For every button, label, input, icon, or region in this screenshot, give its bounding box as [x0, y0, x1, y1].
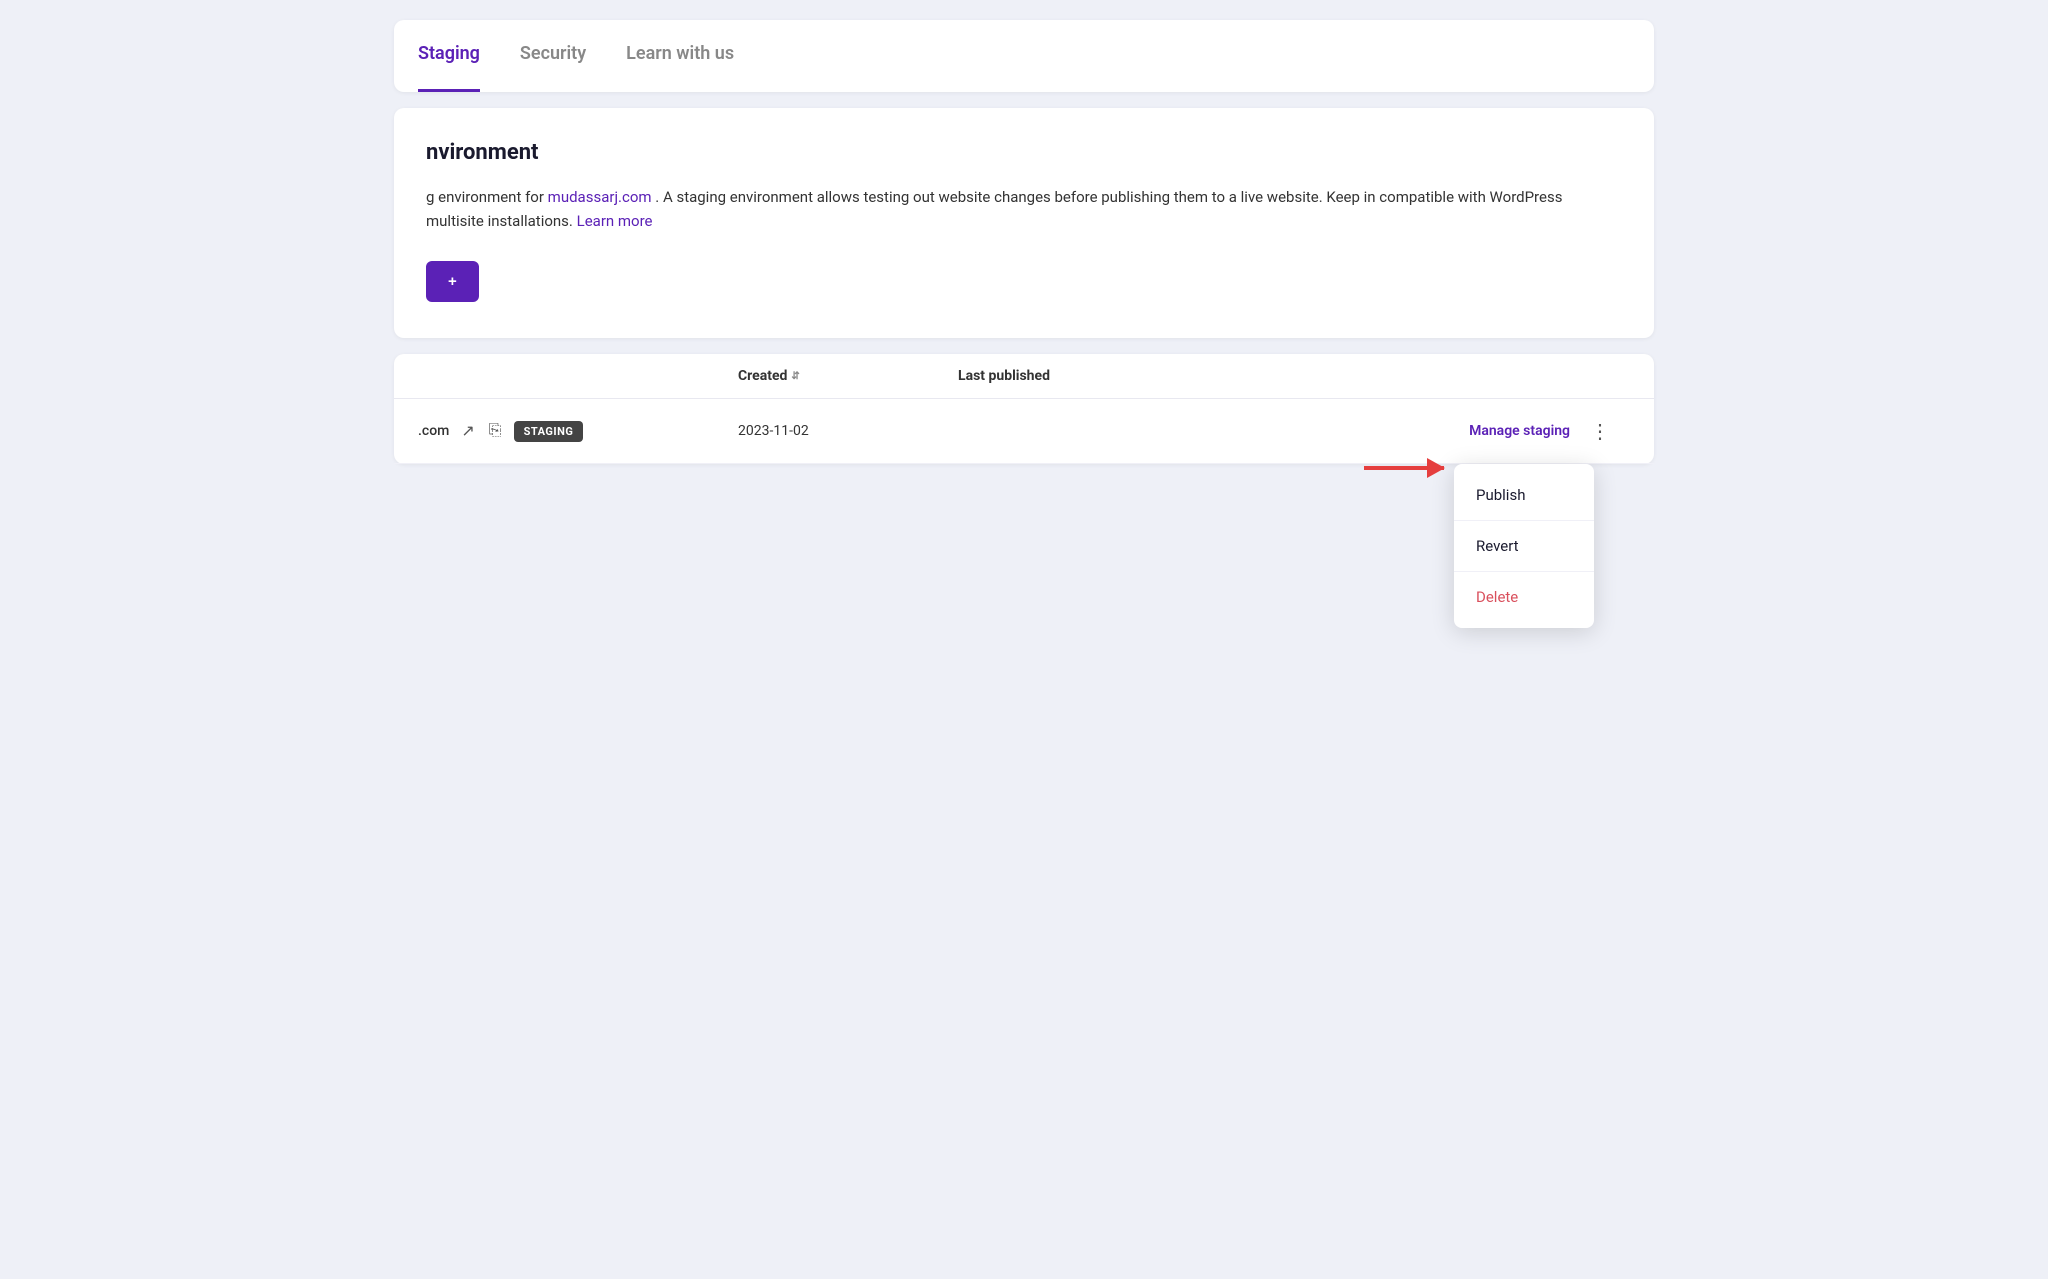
- page-wrapper: Staging Security Learn with us nvironmen…: [394, 20, 1654, 464]
- more-options-button[interactable]: ⋮: [1584, 415, 1616, 447]
- dropdown-divider-1: [1454, 520, 1594, 521]
- col-site: [418, 368, 738, 384]
- site-name: .com: [418, 423, 449, 439]
- open-site-icon[interactable]: ↗: [459, 419, 476, 443]
- table-row: .com ↗ ⎘ STAGING 2023-11-02 Manage stagi…: [394, 399, 1654, 464]
- info-card: nvironment g environment for mudassarj.c…: [394, 108, 1654, 338]
- tabs-card: Staging Security Learn with us: [394, 20, 1654, 92]
- created-date: 2023-11-02: [738, 423, 958, 439]
- domain-link[interactable]: mudassarj.com: [548, 188, 652, 206]
- arrow-annotation: [1364, 466, 1444, 470]
- section-description: g environment for mudassarj.com . A stag…: [426, 185, 1622, 233]
- sort-created-icon[interactable]: ⇵: [791, 371, 799, 382]
- col-actions: [1218, 368, 1570, 384]
- tabs-row: Staging Security Learn with us: [418, 20, 1630, 92]
- col-more: [1570, 368, 1630, 384]
- dropdown-delete[interactable]: Delete: [1454, 574, 1594, 620]
- tab-staging[interactable]: Staging: [418, 20, 480, 92]
- dropdown-publish[interactable]: Publish: [1454, 472, 1594, 518]
- more-cell: ⋮: [1570, 415, 1630, 447]
- dropdown-menu: Publish Revert Delete: [1454, 464, 1594, 628]
- table-header: Created ⇵ Last published: [394, 354, 1654, 399]
- dropdown-divider-2: [1454, 571, 1594, 572]
- tab-learn[interactable]: Learn with us: [626, 20, 734, 92]
- learn-more-link[interactable]: Learn more: [577, 212, 653, 230]
- staging-badge: STAGING: [514, 421, 584, 442]
- manage-cell: Manage staging: [1218, 423, 1570, 439]
- site-cell: .com ↗ ⎘ STAGING: [418, 419, 738, 443]
- col-last-published: Last published: [958, 368, 1218, 384]
- dropdown-revert[interactable]: Revert: [1454, 523, 1594, 569]
- table-card: Created ⇵ Last published .com ↗ ⎘ STAGIN…: [394, 354, 1654, 464]
- arrow-line: [1364, 466, 1444, 470]
- create-staging-button[interactable]: +: [426, 261, 479, 302]
- col-created: Created ⇵: [738, 368, 958, 384]
- tab-security[interactable]: Security: [520, 20, 586, 92]
- copy-site-icon[interactable]: ⎘: [487, 420, 504, 442]
- manage-staging-link[interactable]: Manage staging: [1469, 423, 1570, 439]
- section-heading: nvironment: [426, 140, 1622, 165]
